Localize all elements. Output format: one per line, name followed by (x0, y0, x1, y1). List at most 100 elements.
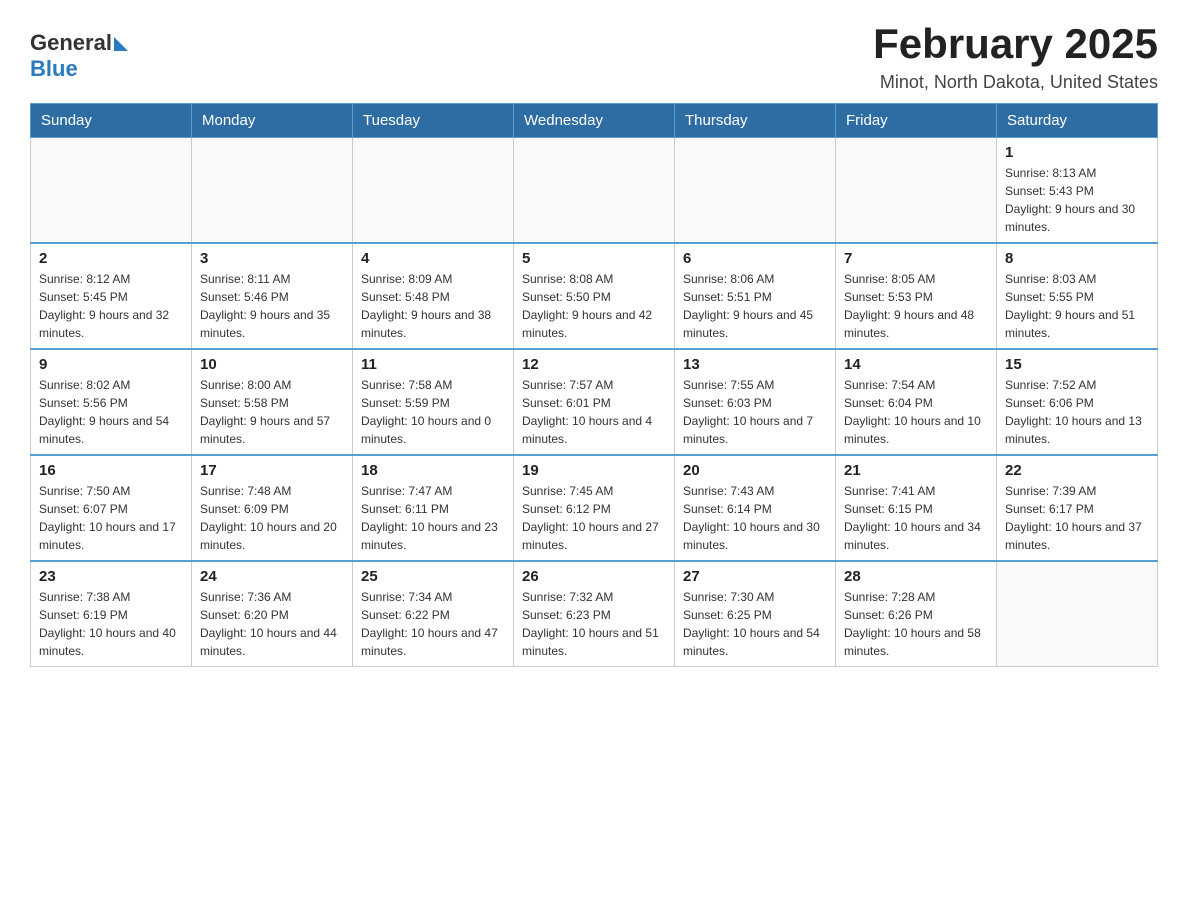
day-number: 22 (1005, 462, 1149, 479)
day-number: 16 (39, 462, 183, 479)
calendar-cell: 9Sunrise: 8:02 AMSunset: 5:56 PMDaylight… (31, 349, 192, 455)
calendar-cell: 8Sunrise: 8:03 AMSunset: 5:55 PMDaylight… (997, 243, 1158, 349)
logo-triangle-icon (114, 37, 128, 51)
day-info: Sunrise: 7:32 AMSunset: 6:23 PMDaylight:… (522, 588, 666, 660)
day-number: 18 (361, 462, 505, 479)
calendar-week-row: 1 Sunrise: 8:13 AMSunset: 5:43 PMDaylight… (31, 138, 1158, 244)
logo-text: General Blue (30, 30, 128, 82)
calendar-cell: 20 Sunrise: 7:43 AMSunset: 6:14 PMDayligh… (675, 455, 836, 561)
day-number: 24 (200, 568, 344, 585)
weekday-header-monday: Monday (192, 104, 353, 138)
calendar-cell (997, 561, 1158, 667)
calendar-cell: 5 Sunrise: 8:08 AMSunset: 5:50 PMDaylight… (514, 243, 675, 349)
page-header: General Blue February 2025 Minot, North … (30, 20, 1158, 93)
day-number: 20 (683, 462, 827, 479)
calendar-cell: 27 Sunrise: 7:30 AMSunset: 6:25 PMDayligh… (675, 561, 836, 667)
calendar-cell: 11 Sunrise: 7:58 AMSunset: 5:59 PMDayligh… (353, 349, 514, 455)
calendar-week-row: 2 Sunrise: 8:12 AMSunset: 5:45 PMDaylight… (31, 243, 1158, 349)
calendar-cell: 10 Sunrise: 8:00 AMSunset: 5:58 PMDayligh… (192, 349, 353, 455)
day-number: 1 (1005, 144, 1149, 161)
day-info: Sunrise: 7:55 AMSunset: 6:03 PMDaylight:… (683, 376, 827, 448)
day-number: 26 (522, 568, 666, 585)
day-number: 4 (361, 250, 505, 267)
day-info: Sunrise: 7:34 AMSunset: 6:22 PMDaylight:… (361, 588, 505, 660)
day-number: 14 (844, 356, 988, 373)
day-info: Sunrise: 7:48 AMSunset: 6:09 PMDaylight:… (200, 482, 344, 554)
weekday-header-friday: Friday (836, 104, 997, 138)
calendar-cell: 2 Sunrise: 8:12 AMSunset: 5:45 PMDaylight… (31, 243, 192, 349)
calendar-week-row: 9Sunrise: 8:02 AMSunset: 5:56 PMDaylight… (31, 349, 1158, 455)
day-number: 10 (200, 356, 344, 373)
day-number: 9 (39, 356, 183, 373)
day-number: 25 (361, 568, 505, 585)
day-info: Sunrise: 7:39 AMSunset: 6:17 PMDaylight:… (1005, 482, 1149, 554)
location: Minot, North Dakota, United States (873, 72, 1158, 93)
day-info: Sunrise: 7:45 AMSunset: 6:12 PMDaylight:… (522, 482, 666, 554)
day-number: 6 (683, 250, 827, 267)
day-info: Sunrise: 7:43 AMSunset: 6:14 PMDaylight:… (683, 482, 827, 554)
day-info: Sunrise: 8:08 AMSunset: 5:50 PMDaylight:… (522, 270, 666, 342)
logo: General Blue (30, 30, 128, 82)
day-info: Sunrise: 8:00 AMSunset: 5:58 PMDaylight:… (200, 376, 344, 448)
month-title: February 2025 (873, 20, 1158, 68)
day-info: Sunrise: 7:54 AMSunset: 6:04 PMDaylight:… (844, 376, 988, 448)
calendar-week-row: 23Sunrise: 7:38 AMSunset: 6:19 PMDayligh… (31, 561, 1158, 667)
day-number: 11 (361, 356, 505, 373)
day-number: 17 (200, 462, 344, 479)
day-info: Sunrise: 7:38 AMSunset: 6:19 PMDaylight:… (39, 588, 183, 660)
weekday-header-sunday: Sunday (31, 104, 192, 138)
day-info: Sunrise: 8:05 AMSunset: 5:53 PMDaylight:… (844, 270, 988, 342)
calendar-cell: 16 Sunrise: 7:50 AMSunset: 6:07 PMDayligh… (31, 455, 192, 561)
calendar-cell: 25 Sunrise: 7:34 AMSunset: 6:22 PMDayligh… (353, 561, 514, 667)
calendar-cell: 21Sunrise: 7:41 AMSunset: 6:15 PMDayligh… (836, 455, 997, 561)
day-info: Sunrise: 8:06 AMSunset: 5:51 PMDaylight:… (683, 270, 827, 342)
day-info: Sunrise: 8:13 AMSunset: 5:43 PMDaylight:… (1005, 164, 1149, 236)
calendar-cell: 18 Sunrise: 7:47 AMSunset: 6:11 PMDayligh… (353, 455, 514, 561)
calendar-cell: 26 Sunrise: 7:32 AMSunset: 6:23 PMDayligh… (514, 561, 675, 667)
calendar-cell: 3 Sunrise: 8:11 AMSunset: 5:46 PMDaylight… (192, 243, 353, 349)
calendar-cell (836, 138, 997, 244)
weekday-header-thursday: Thursday (675, 104, 836, 138)
day-number: 12 (522, 356, 666, 373)
day-number: 21 (844, 462, 988, 479)
day-number: 27 (683, 568, 827, 585)
calendar-cell: 23Sunrise: 7:38 AMSunset: 6:19 PMDayligh… (31, 561, 192, 667)
day-info: Sunrise: 8:03 AMSunset: 5:55 PMDaylight:… (1005, 270, 1149, 342)
calendar-cell: 4 Sunrise: 8:09 AMSunset: 5:48 PMDaylight… (353, 243, 514, 349)
day-info: Sunrise: 8:09 AMSunset: 5:48 PMDaylight:… (361, 270, 505, 342)
day-info: Sunrise: 7:30 AMSunset: 6:25 PMDaylight:… (683, 588, 827, 660)
day-info: Sunrise: 7:58 AMSunset: 5:59 PMDaylight:… (361, 376, 505, 448)
day-info: Sunrise: 7:57 AMSunset: 6:01 PMDaylight:… (522, 376, 666, 448)
day-number: 3 (200, 250, 344, 267)
calendar-cell (675, 138, 836, 244)
day-info: Sunrise: 7:36 AMSunset: 6:20 PMDaylight:… (200, 588, 344, 660)
day-info: Sunrise: 8:11 AMSunset: 5:46 PMDaylight:… (200, 270, 344, 342)
day-number: 2 (39, 250, 183, 267)
weekday-header-saturday: Saturday (997, 104, 1158, 138)
calendar-week-row: 16 Sunrise: 7:50 AMSunset: 6:07 PMDayligh… (31, 455, 1158, 561)
calendar-cell: 13 Sunrise: 7:55 AMSunset: 6:03 PMDayligh… (675, 349, 836, 455)
calendar-cell: 15 Sunrise: 7:52 AMSunset: 6:06 PMDayligh… (997, 349, 1158, 455)
calendar-cell: 28Sunrise: 7:28 AMSunset: 6:26 PMDayligh… (836, 561, 997, 667)
day-info: Sunrise: 7:28 AMSunset: 6:26 PMDaylight:… (844, 588, 988, 660)
calendar-cell: 19Sunrise: 7:45 AMSunset: 6:12 PMDayligh… (514, 455, 675, 561)
day-number: 15 (1005, 356, 1149, 373)
calendar-cell (353, 138, 514, 244)
day-info: Sunrise: 7:52 AMSunset: 6:06 PMDaylight:… (1005, 376, 1149, 448)
calendar-cell: 12 Sunrise: 7:57 AMSunset: 6:01 PMDayligh… (514, 349, 675, 455)
title-area: February 2025 Minot, North Dakota, Unite… (873, 20, 1158, 93)
calendar-cell (192, 138, 353, 244)
calendar-cell: 6 Sunrise: 8:06 AMSunset: 5:51 PMDaylight… (675, 243, 836, 349)
day-info: Sunrise: 7:47 AMSunset: 6:11 PMDaylight:… (361, 482, 505, 554)
calendar-cell: 22 Sunrise: 7:39 AMSunset: 6:17 PMDayligh… (997, 455, 1158, 561)
day-number: 5 (522, 250, 666, 267)
calendar-cell: 1 Sunrise: 8:13 AMSunset: 5:43 PMDaylight… (997, 138, 1158, 244)
calendar-table: SundayMondayTuesdayWednesdayThursdayFrid… (30, 103, 1158, 667)
day-number: 7 (844, 250, 988, 267)
day-number: 13 (683, 356, 827, 373)
day-info: Sunrise: 7:50 AMSunset: 6:07 PMDaylight:… (39, 482, 183, 554)
day-info: Sunrise: 8:12 AMSunset: 5:45 PMDaylight:… (39, 270, 183, 342)
calendar-cell (514, 138, 675, 244)
calendar-cell: 14 Sunrise: 7:54 AMSunset: 6:04 PMDayligh… (836, 349, 997, 455)
calendar-cell: 17 Sunrise: 7:48 AMSunset: 6:09 PMDayligh… (192, 455, 353, 561)
